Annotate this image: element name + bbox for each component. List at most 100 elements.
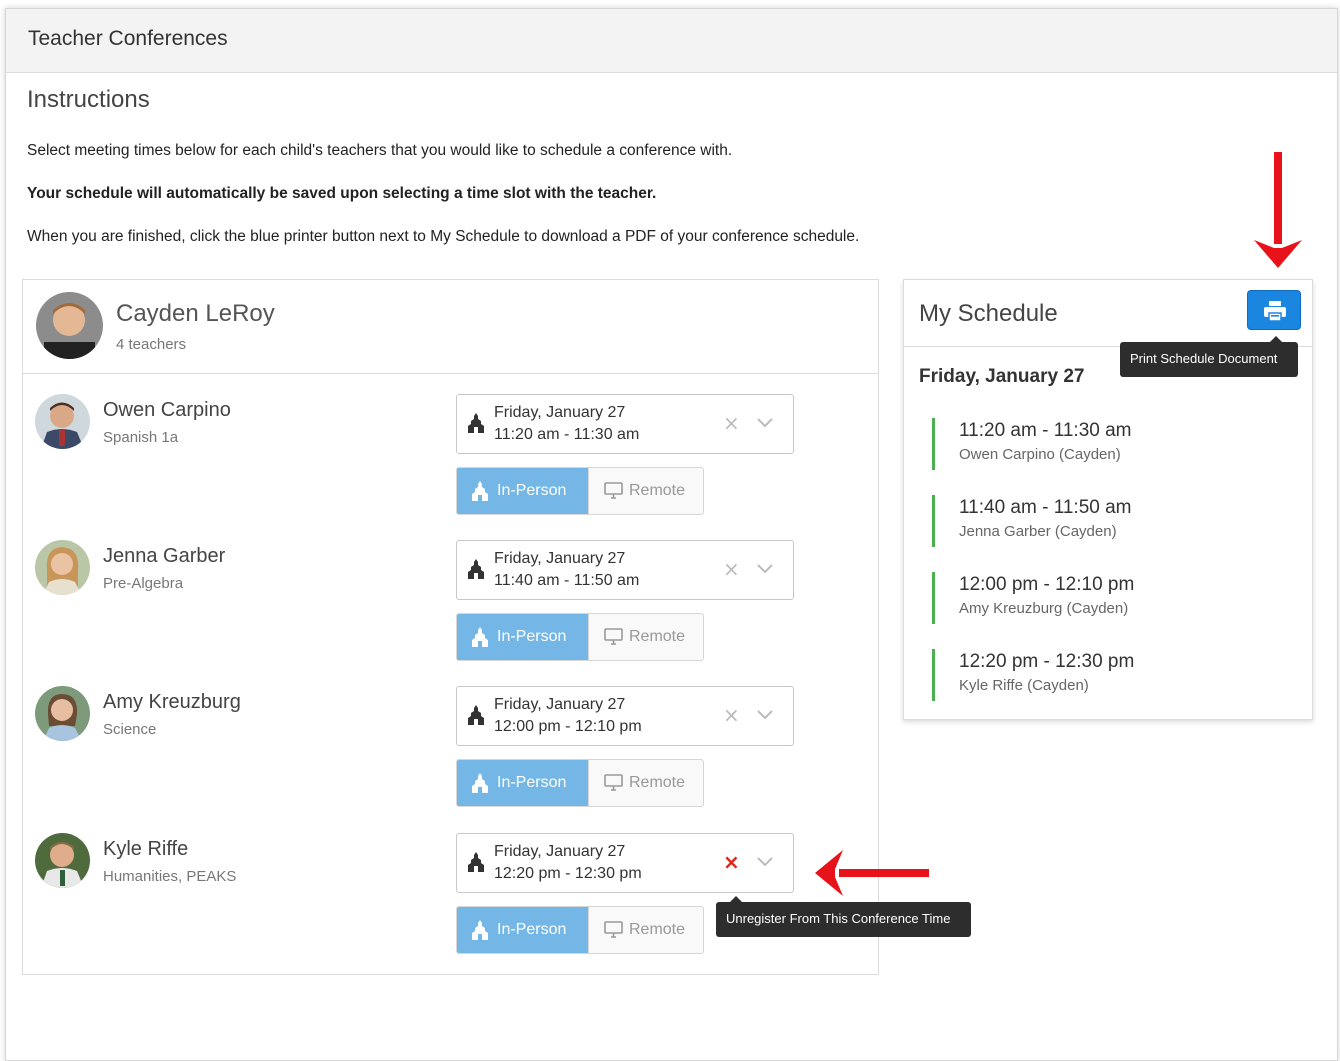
in-person-button[interactable]: In-Person bbox=[457, 760, 588, 806]
tooltip-arrow bbox=[1270, 336, 1282, 342]
teacher-row: Kyle Riffe Humanities, PEAKS Friday, Jan… bbox=[23, 820, 880, 966]
close-icon[interactable]: × bbox=[723, 411, 740, 435]
schedule-entry: 12:20 pm - 12:30 pm Kyle Riffe (Cayden) bbox=[932, 649, 1292, 701]
in-person-button[interactable]: In-Person bbox=[457, 614, 588, 660]
monitor-icon bbox=[604, 774, 623, 796]
chevron-down-icon[interactable] bbox=[757, 559, 773, 578]
remote-button[interactable]: Remote bbox=[588, 907, 703, 953]
student-avatar bbox=[36, 292, 103, 359]
print-tooltip: Print Schedule Document bbox=[1120, 336, 1298, 377]
building-icon bbox=[467, 852, 485, 876]
building-icon bbox=[467, 559, 485, 583]
remote-label: Remote bbox=[629, 482, 686, 499]
teacher-name: Kyle Riffe bbox=[103, 838, 189, 860]
close-icon[interactable]: × bbox=[723, 703, 740, 727]
in-person-label: In-Person bbox=[497, 921, 567, 938]
instructions-line-3: When you are finished, click the blue pr… bbox=[27, 228, 860, 245]
building-icon bbox=[471, 481, 489, 506]
meeting-mode-toggle: In-Person Remote bbox=[456, 906, 704, 954]
teacher-row: Owen Carpino Spanish 1a Friday, January … bbox=[23, 381, 880, 527]
schedule-header: My Schedule bbox=[904, 280, 1312, 347]
teacher-subject: Spanish 1a bbox=[103, 429, 179, 446]
remote-button[interactable]: Remote bbox=[588, 614, 703, 660]
teacher-name: Jenna Garber bbox=[103, 545, 226, 567]
tooltip-arrow bbox=[730, 896, 742, 902]
monitor-icon bbox=[604, 482, 623, 504]
monitor-icon bbox=[604, 921, 623, 943]
slot-date: Friday, January 27 bbox=[494, 843, 626, 860]
schedule-entry: 11:20 am - 11:30 am Owen Carpino (Cayden… bbox=[932, 418, 1292, 470]
slot-time: 11:20 am - 11:30 am bbox=[494, 426, 640, 443]
teacher-subject: Pre-Algebra bbox=[103, 575, 184, 592]
student-name: Cayden LeRoy bbox=[116, 300, 275, 327]
in-person-button[interactable]: In-Person bbox=[457, 468, 588, 514]
time-slot-select[interactable]: Friday, January 27 12:20 pm - 12:30 pm × bbox=[456, 833, 794, 893]
close-icon[interactable]: × bbox=[723, 850, 740, 874]
teacher-row: Jenna Garber Pre-Algebra Friday, January… bbox=[23, 527, 880, 673]
schedule-title: My Schedule bbox=[919, 300, 1058, 327]
chevron-down-icon[interactable] bbox=[757, 705, 773, 724]
building-icon bbox=[467, 413, 485, 437]
header-bar: Teacher Conferences bbox=[6, 9, 1337, 73]
entry-time: 12:00 pm - 12:10 pm bbox=[959, 574, 1135, 595]
remote-button[interactable]: Remote bbox=[588, 760, 703, 806]
slot-date: Friday, January 27 bbox=[494, 550, 626, 567]
slot-time: 11:40 am - 11:50 am bbox=[494, 572, 640, 589]
teacher-subject: Humanities, PEAKS bbox=[103, 868, 237, 885]
time-slot-select[interactable]: Friday, January 27 12:00 pm - 12:10 pm × bbox=[456, 686, 794, 746]
remote-button[interactable]: Remote bbox=[588, 468, 703, 514]
entry-teacher: Jenna Garber (Cayden) bbox=[959, 523, 1117, 540]
remote-label: Remote bbox=[629, 774, 686, 791]
slot-date: Friday, January 27 bbox=[494, 404, 626, 421]
teacher-row: Amy Kreuzburg Science Friday, January 27… bbox=[23, 673, 880, 819]
chevron-down-icon[interactable] bbox=[757, 413, 773, 432]
teacher-name: Amy Kreuzburg bbox=[103, 691, 241, 713]
in-person-button[interactable]: In-Person bbox=[457, 907, 588, 953]
entry-teacher: Owen Carpino (Cayden) bbox=[959, 446, 1121, 463]
instructions-line-2: Your schedule will automatically be save… bbox=[27, 185, 657, 202]
building-icon bbox=[471, 773, 489, 798]
instructions-line-1: Select meeting times below for each chil… bbox=[27, 142, 733, 159]
slot-date: Friday, January 27 bbox=[494, 696, 626, 713]
slot-time: 12:00 pm - 12:10 pm bbox=[494, 718, 642, 735]
print-tooltip-text: Print Schedule Document bbox=[1130, 351, 1278, 366]
schedule-entry: 11:40 am - 11:50 am Jenna Garber (Cayden… bbox=[932, 495, 1292, 547]
building-icon bbox=[467, 705, 485, 729]
teacher-avatar bbox=[35, 394, 90, 449]
instructions-title: Instructions bbox=[27, 86, 150, 113]
chevron-down-icon[interactable] bbox=[757, 852, 773, 871]
entry-teacher: Amy Kreuzburg (Cayden) bbox=[959, 600, 1129, 617]
slot-time: 12:20 pm - 12:30 pm bbox=[494, 865, 642, 882]
meeting-mode-toggle: In-Person Remote bbox=[456, 759, 704, 807]
schedule-entry: 12:00 pm - 12:10 pm Amy Kreuzburg (Cayde… bbox=[932, 572, 1292, 624]
entry-time: 11:20 am - 11:30 am bbox=[959, 420, 1132, 441]
teacher-avatar bbox=[35, 686, 90, 741]
teacher-avatar bbox=[35, 833, 90, 888]
time-slot-select[interactable]: Friday, January 27 11:40 am - 11:50 am × bbox=[456, 540, 794, 600]
page-title: Teacher Conferences bbox=[28, 27, 228, 50]
arrow-left-annotation-icon bbox=[815, 850, 929, 896]
monitor-icon bbox=[604, 628, 623, 650]
meeting-mode-toggle: In-Person Remote bbox=[456, 467, 704, 515]
in-person-label: In-Person bbox=[497, 482, 567, 499]
entry-time: 12:20 pm - 12:30 pm bbox=[959, 651, 1135, 672]
teacher-name: Owen Carpino bbox=[103, 399, 231, 421]
student-header: Cayden LeRoy 4 teachers bbox=[23, 280, 878, 374]
unregister-tooltip: Unregister From This Conference Time bbox=[716, 896, 971, 937]
teacher-subject: Science bbox=[103, 721, 157, 738]
building-icon bbox=[471, 627, 489, 652]
in-person-label: In-Person bbox=[497, 628, 567, 645]
close-icon[interactable]: × bbox=[723, 557, 740, 581]
schedule-date: Friday, January 27 bbox=[919, 366, 1085, 387]
time-slot-select[interactable]: Friday, January 27 11:20 am - 11:30 am × bbox=[456, 394, 794, 454]
unregister-tooltip-text: Unregister From This Conference Time bbox=[726, 911, 951, 926]
entry-teacher: Kyle Riffe (Cayden) bbox=[959, 677, 1089, 694]
teacher-avatar bbox=[35, 540, 90, 595]
printer-icon bbox=[1264, 301, 1286, 322]
arrow-down-annotation-icon bbox=[1254, 152, 1302, 268]
student-teacher-count: 4 teachers bbox=[116, 336, 187, 353]
print-schedule-button[interactable] bbox=[1247, 290, 1301, 330]
remote-label: Remote bbox=[629, 628, 686, 645]
entry-time: 11:40 am - 11:50 am bbox=[959, 497, 1132, 518]
building-icon bbox=[471, 920, 489, 945]
